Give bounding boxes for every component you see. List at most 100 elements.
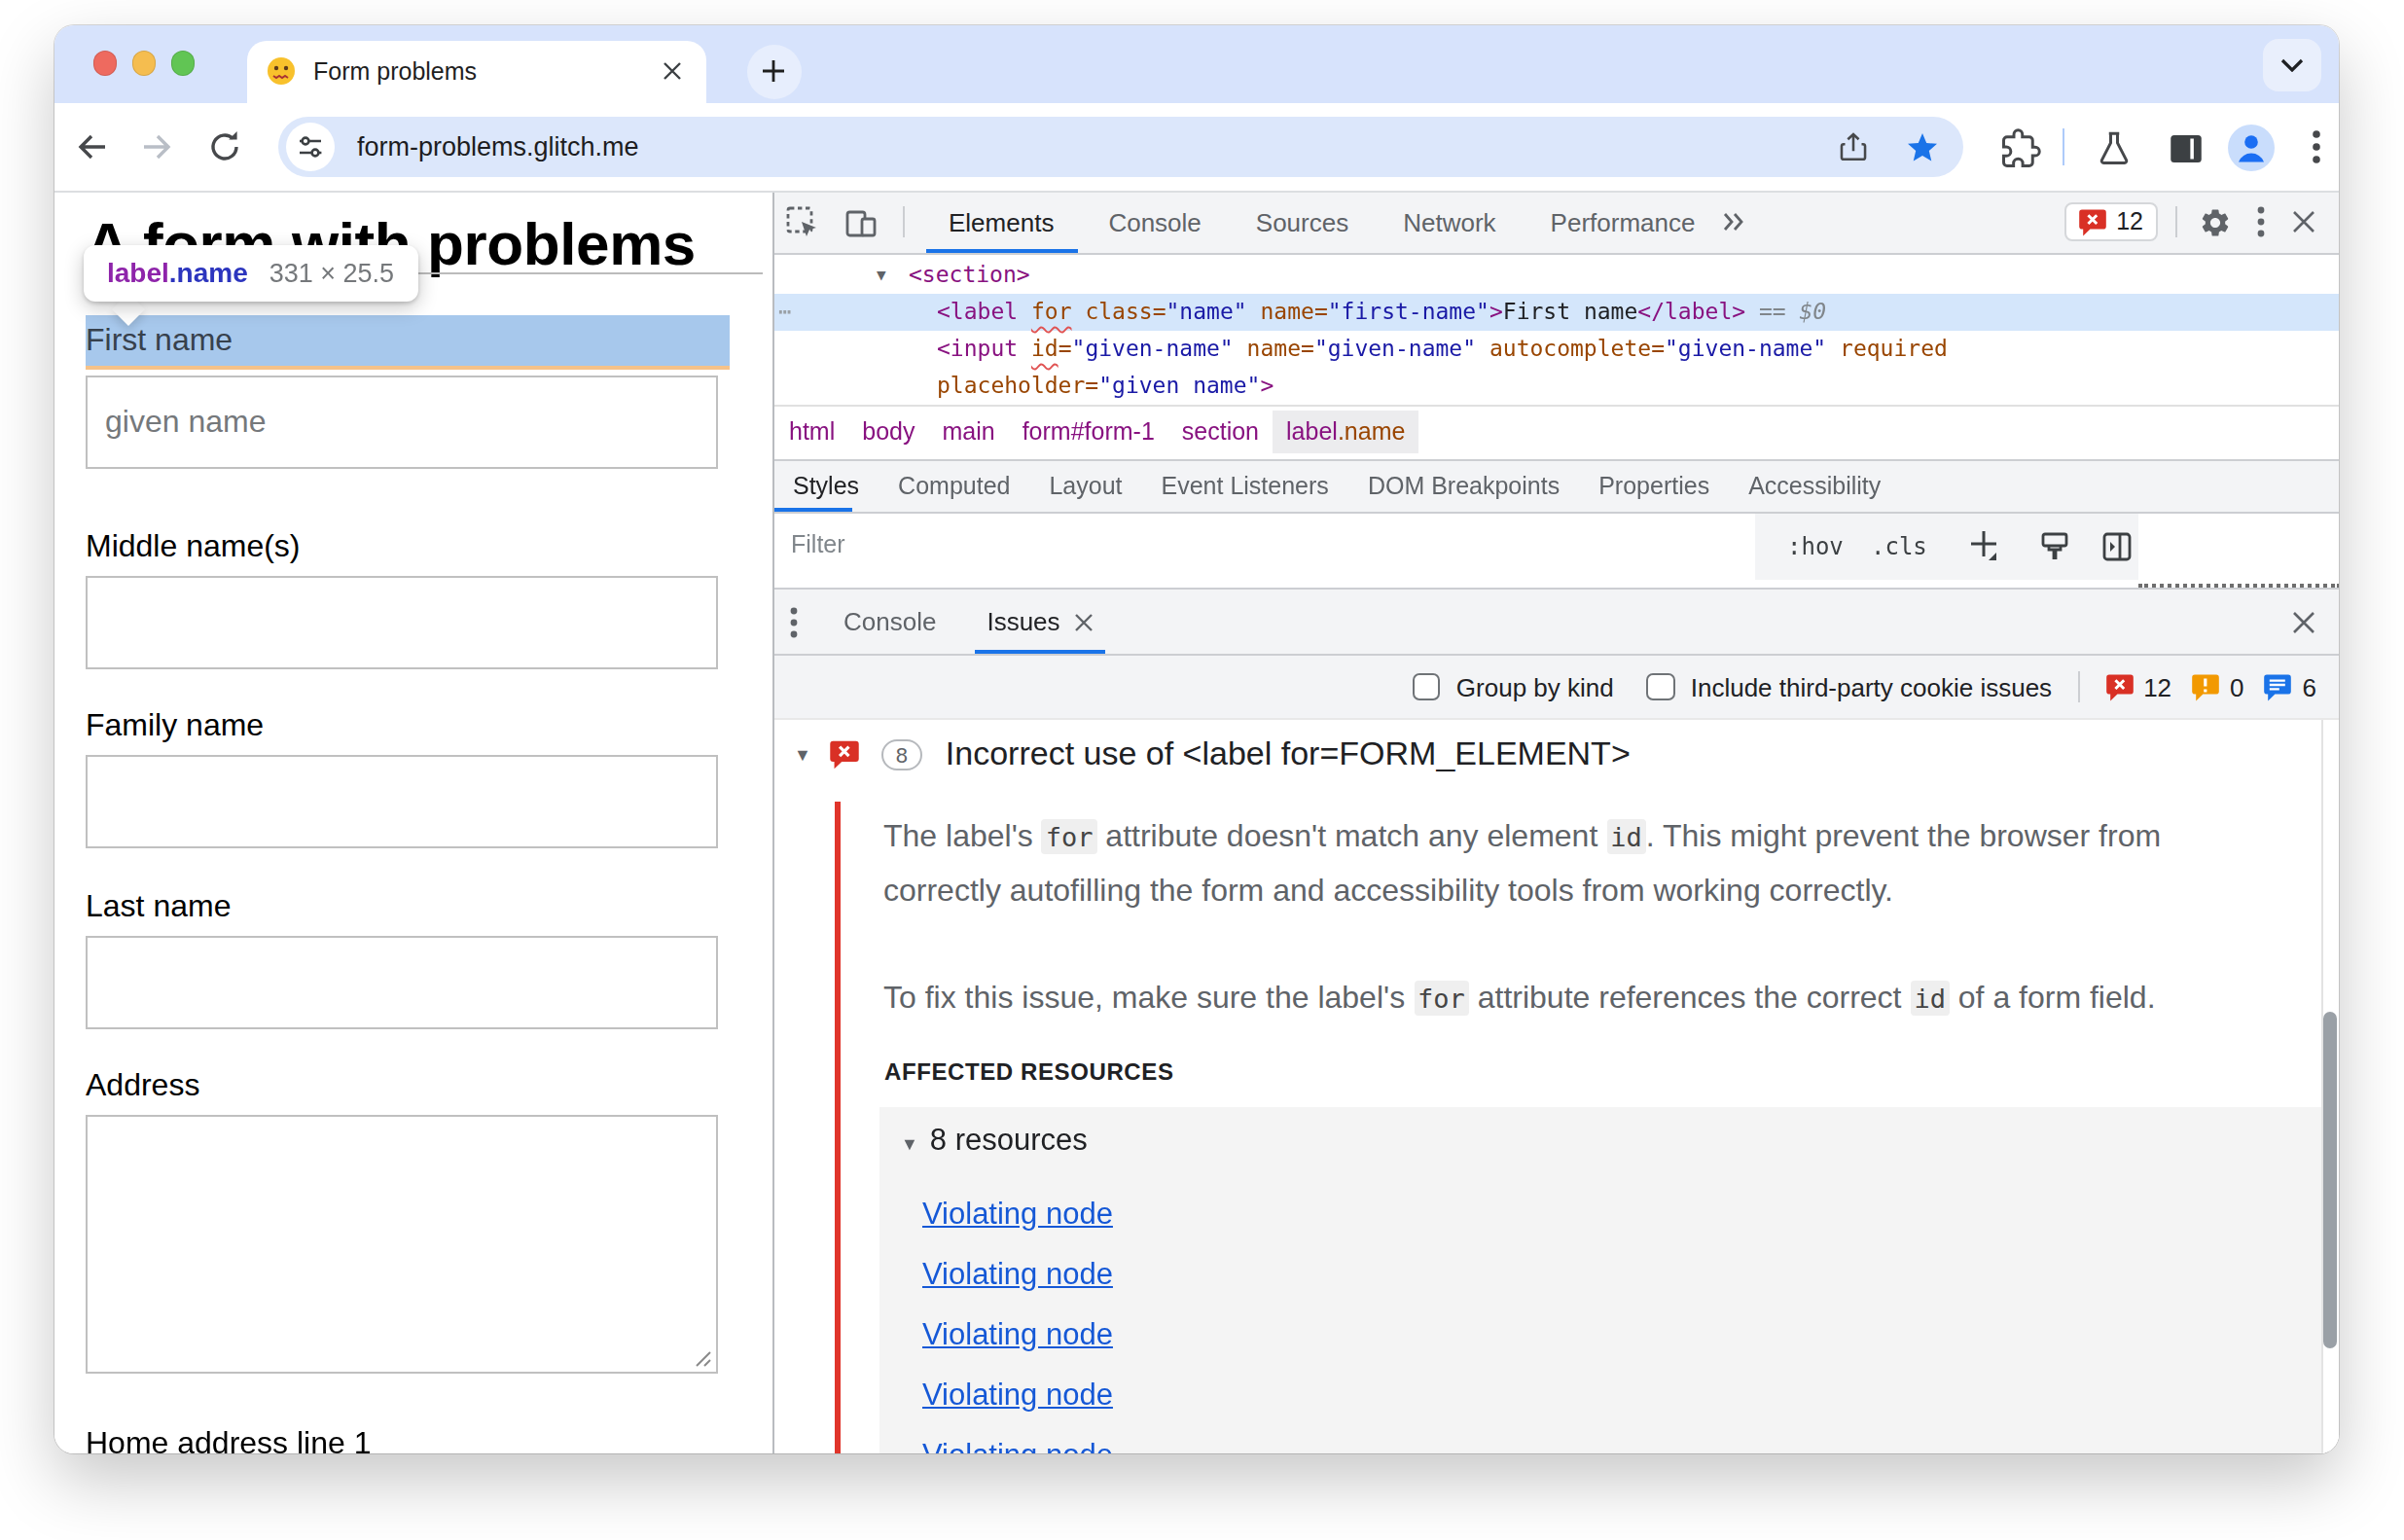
last-name-input[interactable]: [86, 935, 717, 1028]
elements-tree: ▼ <section> ⋯ <label for class="name" na…: [773, 255, 2338, 404]
first-name-input[interactable]: [86, 375, 717, 468]
breadcrumb-bar: html body main form#form-1 section label…: [773, 404, 2338, 459]
tree-row-label-selected[interactable]: ⋯ <label for class="name" name="first-na…: [773, 294, 2338, 331]
devtools-menu-icon[interactable]: [2256, 207, 2264, 238]
devtools-tab-performance[interactable]: Performance: [1524, 192, 1723, 253]
first-name-label: First name: [86, 323, 233, 356]
styles-filter-row: Filter :hov .cls: [773, 514, 2338, 579]
computed-sidebar-toggle-icon[interactable]: [2100, 531, 2132, 562]
breadcrumb-form[interactable]: form#form-1: [1009, 412, 1168, 454]
breadcrumb-section[interactable]: section: [1168, 412, 1273, 454]
profile-avatar[interactable]: [2227, 124, 2274, 170]
textarea-resize-handle[interactable]: [694, 1350, 711, 1368]
traffic-light-zoom[interactable]: [170, 51, 195, 75]
tab-strip: Form problems: [54, 24, 2338, 102]
tab-styles[interactable]: Styles: [773, 461, 879, 512]
devtools-tab-console[interactable]: Console: [1081, 192, 1228, 253]
home-address-label: Home address line 1: [86, 1417, 372, 1452]
devtools-tab-sources[interactable]: Sources: [1229, 192, 1376, 253]
drawer-tab-issues[interactable]: Issues: [975, 590, 1104, 654]
tooltip-selector-class: .name: [169, 257, 248, 288]
breadcrumb-main[interactable]: main: [928, 412, 1008, 454]
browser-menu-icon[interactable]: [2295, 125, 2336, 166]
issues-counter-badge[interactable]: 12: [2063, 203, 2157, 242]
error-count: 12: [2116, 209, 2143, 236]
experiments-flask-icon[interactable]: [2093, 127, 2134, 168]
include-cookies-checkbox[interactable]: [1647, 673, 1675, 701]
side-panel-icon[interactable]: [2165, 127, 2206, 168]
tab-layout[interactable]: Layout: [1029, 461, 1141, 512]
address-textarea[interactable]: [86, 1115, 717, 1374]
devtools-settings-gear-icon[interactable]: [2198, 206, 2231, 239]
violating-node-link[interactable]: Violating node: [922, 1197, 1113, 1232]
cls-toggle[interactable]: .cls: [1871, 533, 1927, 560]
devtools-tab-network[interactable]: Network: [1376, 192, 1523, 253]
site-settings-icon[interactable]: [285, 123, 334, 171]
traffic-light-close[interactable]: [92, 51, 117, 75]
scrollbar-thumb[interactable]: [2323, 1012, 2336, 1348]
tab-event-listeners[interactable]: Event Listeners: [1142, 461, 1348, 512]
issues-scrollbar[interactable]: [2321, 720, 2338, 1452]
issue-header[interactable]: ▼ 8 Incorrect use of <label for=FORM_ELE…: [773, 734, 1631, 776]
issue-count-badge: 8: [881, 739, 922, 771]
resources-summary[interactable]: ▼8 resources: [901, 1122, 1088, 1157]
hov-toggle[interactable]: :hov: [1787, 533, 1844, 560]
drawer-tab-bar: Console Issues: [773, 588, 2338, 656]
close-drawer-icon[interactable]: [2291, 610, 2314, 633]
tab-properties[interactable]: Properties: [1579, 461, 1729, 512]
tree-row-section[interactable]: ▼ <section>: [773, 257, 2338, 294]
drawer-tab-console[interactable]: Console: [832, 590, 948, 654]
close-issues-tab-icon[interactable]: [1074, 612, 1094, 631]
tab-dom-breakpoints[interactable]: DOM Breakpoints: [1348, 461, 1579, 512]
violating-node-link[interactable]: Violating node: [922, 1438, 1113, 1452]
tree-row-input[interactable]: <input id="given-name" name="given-name"…: [773, 331, 2338, 368]
tree-row-input-wrap[interactable]: placeholder="given name">: [773, 368, 2338, 405]
tab-search-chevron-button[interactable]: [2262, 38, 2320, 90]
violating-node-link[interactable]: Violating node: [922, 1317, 1113, 1352]
devtools-panel: Elements Console Sources Network Perform…: [771, 192, 2338, 1452]
drawer-menu-icon[interactable]: [789, 606, 797, 637]
rendering-emulation-icon[interactable]: [2038, 531, 2069, 562]
breadcrumb-label-name[interactable]: label.name: [1273, 412, 1418, 454]
browser-toolbar: form-problems.glitch.me: [54, 102, 2338, 192]
address-bar[interactable]: form-problems.glitch.me: [277, 117, 1962, 177]
devtools-toolbar: Elements Console Sources Network Perform…: [773, 192, 2338, 255]
devtools-close-icon[interactable]: [2291, 211, 2314, 234]
traffic-light-minimize[interactable]: [131, 51, 156, 75]
errors-count: 12: [2143, 672, 2171, 701]
issues-content: ▼ 8 Incorrect use of <label for=FORM_ELE…: [773, 720, 2338, 1452]
toolbar-divider: [2062, 127, 2064, 164]
breadcrumb-body[interactable]: body: [848, 412, 928, 454]
styles-pane-corner: [2138, 514, 2338, 588]
inspect-element-icon[interactable]: [785, 206, 818, 239]
device-toolbar-icon[interactable]: [843, 206, 877, 239]
new-style-rule-icon[interactable]: [1968, 529, 1997, 562]
violating-node-link[interactable]: Violating node: [922, 1378, 1113, 1413]
share-icon[interactable]: [1836, 130, 1869, 163]
extensions-icon[interactable]: [1999, 127, 2040, 168]
browser-tab[interactable]: Form problems: [247, 40, 706, 102]
tab-accessibility[interactable]: Accessibility: [1729, 461, 1900, 512]
reload-button[interactable]: [203, 125, 244, 166]
devtools-tab-elements[interactable]: Elements: [921, 192, 1081, 253]
include-cookies-label: Include third-party cookie issues: [1691, 672, 2052, 701]
violating-node-link[interactable]: Violating node: [922, 1257, 1113, 1292]
issue-severity-line: [835, 802, 840, 1452]
tab-close-icon[interactable]: [656, 55, 687, 87]
group-by-kind-label: Group by kind: [1456, 672, 1614, 701]
back-button[interactable]: [71, 125, 112, 166]
styles-filter-input[interactable]: Filter: [773, 514, 1755, 579]
new-tab-button[interactable]: [746, 44, 801, 98]
screenshot-stage: Form problems: [0, 0, 2404, 1540]
breadcrumb-html[interactable]: html: [775, 412, 848, 454]
inspected-label-highlight: First name: [86, 315, 730, 365]
middle-name-input[interactable]: [86, 576, 717, 669]
tab-favicon-emoji: [267, 56, 296, 86]
tab-computed[interactable]: Computed: [879, 461, 1029, 512]
forward-button[interactable]: [135, 125, 176, 166]
error-bubble-icon: [2077, 208, 2106, 237]
bookmark-star-icon[interactable]: [1904, 129, 1939, 164]
group-by-kind-checkbox[interactable]: [1413, 673, 1441, 701]
family-name-input[interactable]: [86, 756, 717, 849]
more-tabs-icon[interactable]: [1722, 213, 1745, 233]
